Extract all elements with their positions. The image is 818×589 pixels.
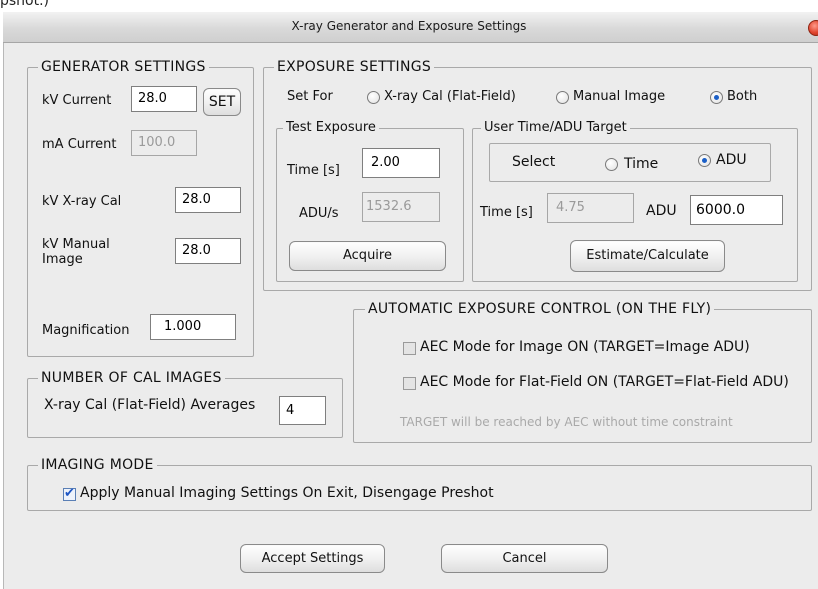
- top-fragment-text: pshot.): [0, 0, 50, 9]
- accept-settings-button[interactable]: Accept Settings: [240, 544, 385, 573]
- kv-xray-cal-label: kV X-ray Cal: [42, 194, 122, 209]
- test-time-label: Time [s]: [287, 163, 340, 178]
- radio-adu-label[interactable]: ADU: [716, 152, 747, 168]
- exposure-settings-legend: EXPOSURE SETTINGS: [274, 59, 435, 75]
- generator-settings-legend: GENERATOR SETTINGS: [38, 59, 209, 75]
- aec-legend: AUTOMATIC EXPOSURE CONTROL (ON THE FLY): [365, 301, 715, 317]
- top-strip: [0, 0, 818, 12]
- aec-flat-field-label[interactable]: AEC Mode for Flat-Field ON (TARGET=Flat-…: [420, 374, 789, 390]
- select-label: Select: [512, 154, 556, 170]
- estimate-calculate-button[interactable]: Estimate/Calculate: [570, 240, 725, 272]
- set-kv-button[interactable]: SET: [203, 88, 241, 116]
- target-adu-label: ADU: [646, 203, 677, 219]
- target-time-input: 4.75: [547, 193, 634, 223]
- apply-manual-settings-checkbox[interactable]: [63, 486, 76, 502]
- kv-current-label: kV Current: [42, 93, 112, 108]
- set-for-label: Set For: [287, 89, 333, 104]
- aec-image-label[interactable]: AEC Mode for Image ON (TARGET=Image ADU): [420, 339, 750, 355]
- aec-image-checkbox[interactable]: [403, 342, 416, 355]
- cal-images-legend: NUMBER OF CAL IMAGES: [38, 370, 225, 386]
- radio-time[interactable]: [605, 158, 618, 171]
- radio-manual-image[interactable]: [556, 91, 569, 104]
- radio-both[interactable]: [710, 91, 723, 104]
- kv-manual-label-line2: Image: [42, 252, 83, 267]
- radio-adu[interactable]: [698, 154, 711, 167]
- ma-current-label: mA Current: [42, 137, 117, 152]
- magnification-input[interactable]: 1.000: [150, 314, 236, 340]
- kv-manual-input[interactable]: 28.0: [175, 238, 241, 264]
- user-target-legend: User Time/ADU Target: [481, 120, 630, 135]
- cal-averages-label: X-ray Cal (Flat-Field) Averages: [44, 397, 256, 413]
- close-icon[interactable]: [808, 20, 818, 36]
- radio-xray-cal-label[interactable]: X-ray Cal (Flat-Field): [384, 89, 516, 104]
- cal-averages-input[interactable]: 4: [279, 396, 326, 425]
- test-time-input[interactable]: 2.00: [362, 148, 440, 178]
- adu-per-s-label: ADU/s: [299, 206, 339, 221]
- ma-current-input: 100.0: [131, 130, 197, 156]
- target-adu-input[interactable]: 6000.0: [690, 195, 783, 225]
- magnification-label: Magnification: [42, 323, 130, 338]
- aec-flat-field-checkbox[interactable]: [403, 377, 416, 390]
- cancel-button[interactable]: Cancel: [441, 544, 608, 573]
- target-time-label: Time [s]: [480, 205, 533, 220]
- radio-xray-cal[interactable]: [367, 91, 380, 104]
- aec-note: TARGET will be reached by AEC without ti…: [400, 415, 733, 429]
- radio-manual-image-label[interactable]: Manual Image: [573, 89, 665, 104]
- acquire-button[interactable]: Acquire: [289, 241, 446, 271]
- window-title: X-ray Generator and Exposure Settings: [291, 19, 527, 33]
- apply-manual-settings-label[interactable]: Apply Manual Imaging Settings On Exit, D…: [80, 485, 494, 501]
- adu-per-s-input: 1532.6: [362, 192, 440, 222]
- radio-both-label[interactable]: Both: [727, 89, 757, 104]
- kv-manual-label-line1: kV Manual: [42, 237, 110, 252]
- kv-xray-cal-input[interactable]: 28.0: [175, 187, 241, 213]
- radio-time-label[interactable]: Time: [624, 156, 658, 172]
- kv-current-input[interactable]: 28.0: [131, 86, 197, 112]
- imaging-mode-legend: IMAGING MODE: [38, 457, 157, 473]
- test-exposure-legend: Test Exposure: [283, 120, 379, 135]
